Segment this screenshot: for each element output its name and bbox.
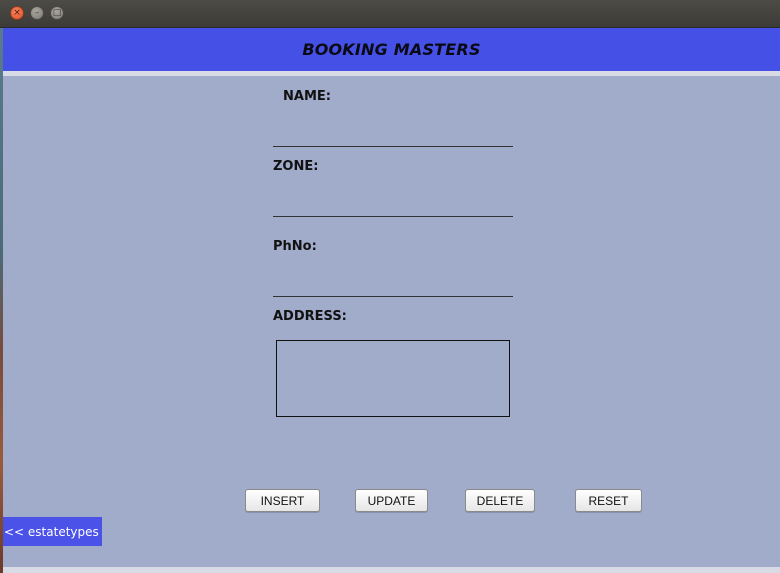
- name-input[interactable]: [273, 121, 513, 147]
- maximize-icon[interactable]: □: [50, 6, 64, 20]
- zone-input[interactable]: [273, 191, 513, 217]
- app-window: × – □ BOOKING MASTERS NAME: ZONE: PhNo: …: [0, 0, 780, 573]
- address-textarea[interactable]: [276, 340, 510, 417]
- address-label: ADDRESS:: [273, 309, 347, 324]
- name-label: NAME:: [283, 89, 331, 104]
- minimize-icon[interactable]: –: [30, 6, 44, 20]
- back-to-estatetypes-button[interactable]: << estatetypes: [3, 517, 102, 546]
- bottom-divider: [3, 567, 780, 573]
- zone-label: ZONE:: [273, 159, 319, 174]
- page-title: BOOKING MASTERS: [302, 40, 481, 59]
- update-button[interactable]: UPDATE: [355, 489, 428, 512]
- phno-input[interactable]: [273, 271, 513, 297]
- window-titlebar: × – □: [0, 0, 780, 28]
- header-bar: BOOKING MASTERS: [3, 28, 780, 71]
- reset-button[interactable]: RESET: [575, 489, 642, 512]
- insert-button[interactable]: INSERT: [245, 489, 320, 512]
- phno-label: PhNo:: [273, 239, 317, 254]
- header-divider: [3, 71, 780, 76]
- delete-button[interactable]: DELETE: [465, 489, 535, 512]
- close-icon[interactable]: ×: [10, 6, 24, 20]
